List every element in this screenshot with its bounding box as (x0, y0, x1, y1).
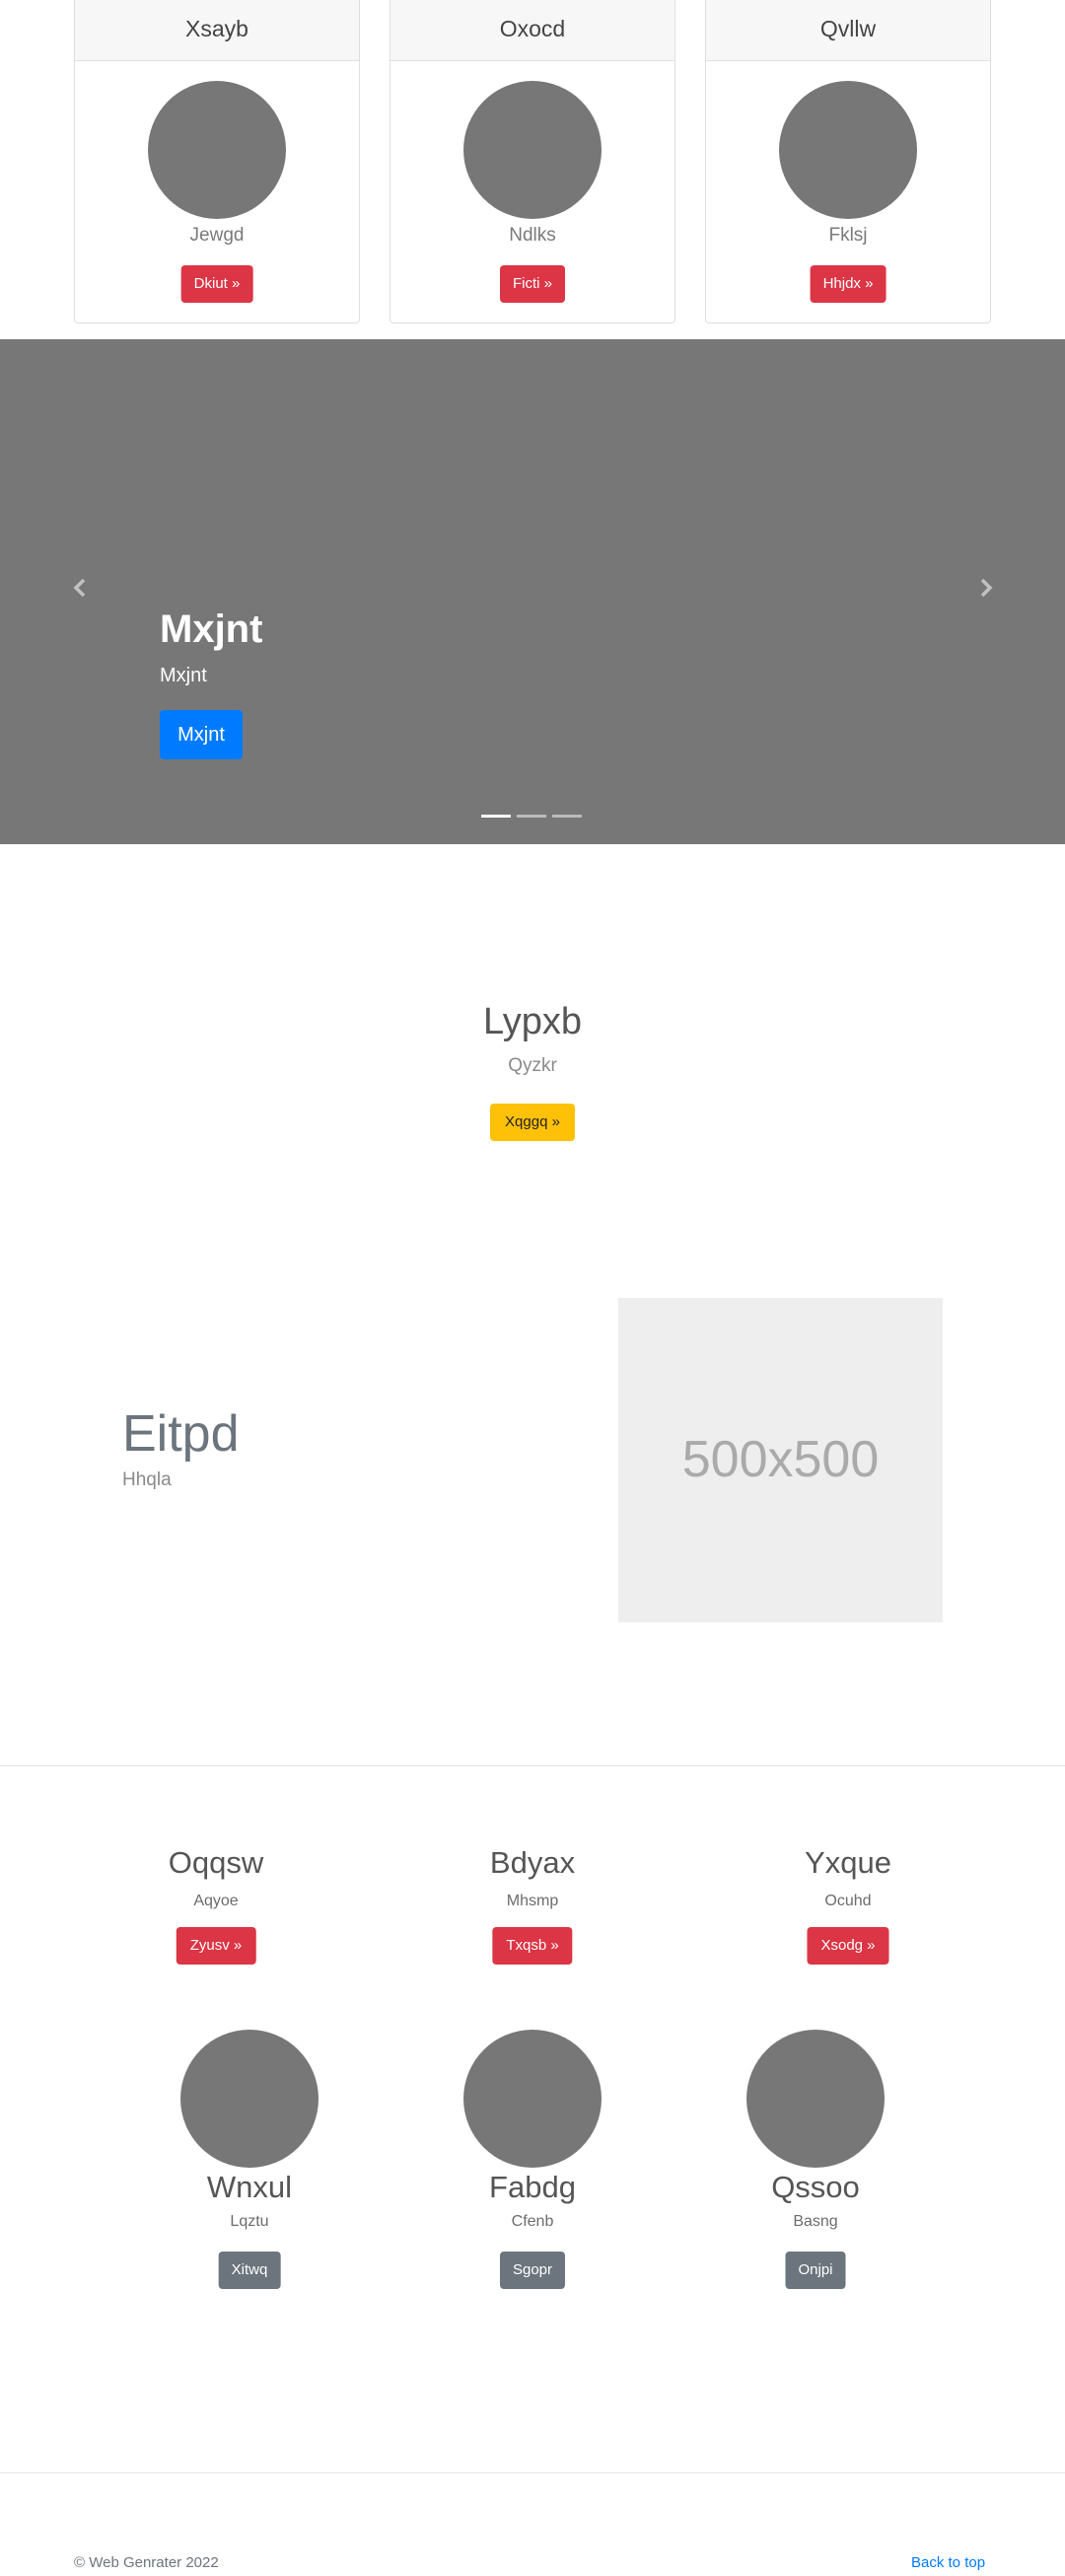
column-button[interactable]: Txqsb » (492, 1927, 573, 1965)
avatar (463, 2030, 602, 2168)
column-button[interactable]: Zyusv » (176, 1927, 256, 1965)
hero-section: Lypxb Qyzkr Xqggq » (0, 1001, 1065, 1141)
card-button[interactable]: Hhjdx » (810, 265, 887, 303)
column-2: Bdyax Mhsmp Txqsb » (424, 1845, 641, 1965)
top-cards: Xsayb Jewgd Dkiut » Oxocd Ndlks Ficti » … (74, 0, 991, 323)
chevron-left-icon[interactable] (69, 576, 93, 600)
carousel-indicator[interactable] (552, 815, 582, 818)
column-button[interactable]: Xsodg » (807, 1927, 889, 1965)
person-name: Qssoo (771, 2170, 860, 2204)
card-3: Qvllw Fklsj Hhjdx » (705, 0, 991, 323)
person-subtitle: Lqztu (230, 2213, 269, 2230)
avatar (180, 2030, 319, 2168)
person-2: Fabdg Cfenb Sgopr (424, 2030, 641, 2289)
feature-image-placeholder: 500x500 (618, 1298, 943, 1622)
card-button[interactable]: Ficti » (499, 265, 566, 303)
card-text: Jewgd (189, 225, 245, 246)
person-3: Qssoo Basng Onjpi (707, 2030, 924, 2289)
carousel-indicator[interactable] (517, 815, 546, 818)
person-subtitle: Cfenb (511, 2213, 554, 2230)
column-subtitle: Aqyoe (193, 1893, 239, 1909)
divider (0, 1765, 1065, 1766)
divider (0, 2472, 1065, 2473)
hero-subtitle: Qyzkr (508, 1055, 557, 1076)
card-button[interactable]: Dkiut » (180, 265, 253, 303)
footer-copyright: © Web Genrater 2022 (74, 2554, 219, 2571)
person-name: Wnxul (206, 2170, 293, 2204)
column-subtitle: Ocuhd (824, 1893, 872, 1909)
column-title: Bdyax (489, 1845, 576, 1880)
back-to-top-link[interactable]: Back to top (911, 2554, 985, 2571)
chevron-right-icon[interactable] (973, 576, 997, 600)
column-title: Oqqsw (168, 1845, 264, 1880)
hero-title: Lypxb (483, 1001, 582, 1042)
card-image (463, 81, 602, 219)
card-2: Oxocd Ndlks Ficti » (390, 0, 675, 323)
card-image (148, 81, 286, 219)
card-text: Ndlks (509, 225, 556, 246)
person-button[interactable]: Sgopr (499, 2252, 566, 2289)
card-title: Xsayb (75, 0, 359, 61)
feature-title: Eitpd (122, 1405, 240, 1463)
person-1: Wnxul Lqztu Xitwq (141, 2030, 358, 2289)
carousel-indicator[interactable] (481, 815, 511, 818)
carousel: Mxjnt Mxjnt Mxjnt (0, 339, 1065, 844)
card-title: Qvllw (706, 0, 990, 61)
carousel-caption-text: Mxjnt (160, 665, 207, 686)
feature-subtitle: Hhqla (122, 1469, 172, 1490)
card-text: Fklsj (828, 225, 868, 246)
person-button[interactable]: Xitwq (218, 2252, 281, 2289)
card-image (779, 81, 917, 219)
carousel-caption-button[interactable]: Mxjnt (160, 710, 243, 759)
avatar (746, 2030, 885, 2168)
hero-button[interactable]: Xqggq » (490, 1104, 575, 1141)
person-button[interactable]: Onjpi (785, 2252, 846, 2289)
card-1: Xsayb Jewgd Dkiut » (74, 0, 360, 323)
column-1: Oqqsw Aqyoe Zyusv » (107, 1845, 324, 1965)
person-name: Fabdg (489, 2170, 576, 2204)
column-subtitle: Mhsmp (506, 1893, 559, 1909)
person-subtitle: Basng (793, 2213, 838, 2230)
carousel-caption-title: Mxjnt (160, 608, 263, 651)
column-title: Yxque (805, 1845, 891, 1880)
card-title: Oxocd (390, 0, 674, 61)
column-3: Yxque Ocuhd Xsodg » (740, 1845, 957, 1965)
